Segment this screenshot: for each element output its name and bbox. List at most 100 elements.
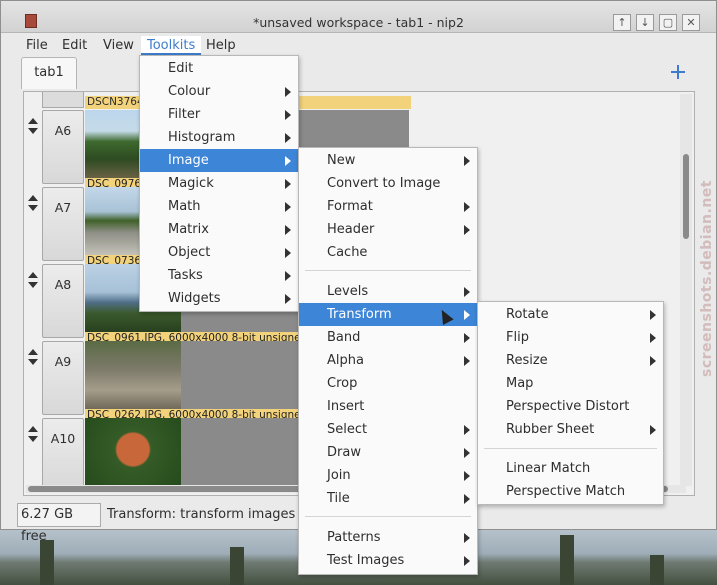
image-item-select[interactable]: Select: [299, 418, 477, 441]
submenu-arrow-icon: [285, 156, 291, 166]
submenu-arrow-icon: [285, 87, 291, 97]
image-item-band[interactable]: Band: [299, 326, 477, 349]
menu-help[interactable]: Help: [200, 36, 242, 55]
submenu-arrow-icon: [285, 294, 291, 304]
status-message: Transform: transform images: [107, 507, 296, 522]
menu-item-label: Rubber Sheet: [506, 422, 595, 437]
down-arrow-icon[interactable]: [28, 128, 38, 134]
toolkits-item-image[interactable]: Image: [140, 149, 298, 172]
row-reorder-arrows[interactable]: [26, 191, 40, 215]
submenu-arrow-icon: [464, 356, 470, 366]
submenu-arrow-icon: [464, 202, 470, 212]
menu-item-label: Resize: [506, 353, 548, 368]
menu-item-label: Histogram: [168, 130, 236, 145]
image-thumbnail[interactable]: [85, 418, 181, 488]
toolkits-item-widgets[interactable]: Widgets: [140, 287, 298, 310]
row-reorder-arrows[interactable]: [26, 114, 40, 138]
transform-item-resize[interactable]: Resize: [478, 349, 663, 372]
image-item-crop[interactable]: Crop: [299, 372, 477, 395]
vertical-scrollbar[interactable]: [680, 94, 692, 486]
image-item-cache[interactable]: Cache: [299, 241, 477, 264]
transform-item-map[interactable]: Map: [478, 372, 663, 395]
maximize-icon[interactable]: ▢: [659, 14, 677, 31]
up-arrow-icon[interactable]: [28, 349, 38, 355]
row-label-button[interactable]: A6: [42, 110, 84, 184]
menu-toolkits[interactable]: Toolkits: [141, 36, 202, 55]
image-item-patterns[interactable]: Patterns: [299, 526, 477, 549]
image-item-new[interactable]: New: [299, 149, 477, 172]
scrollbar-thumb[interactable]: [683, 154, 689, 239]
row-label-button[interactable]: A9: [42, 341, 84, 415]
down-arrow-icon[interactable]: [28, 282, 38, 288]
menu-item-label: Map: [506, 376, 534, 391]
image-item-draw[interactable]: Draw: [299, 441, 477, 464]
image-item-convert-to-image[interactable]: Convert to Image: [299, 172, 477, 195]
toolkits-menu: Edit Colour Filter Histogram Image Magic…: [139, 55, 299, 312]
transform-item-linear-match[interactable]: Linear Match: [478, 457, 663, 480]
menu-item-label: Format: [327, 199, 373, 214]
image-item-header[interactable]: Header: [299, 218, 477, 241]
menu-item-label: Perspective Match: [506, 484, 626, 499]
transform-item-perspective-distort[interactable]: Perspective Distort: [478, 395, 663, 418]
tab-tab1[interactable]: tab1: [21, 57, 77, 89]
submenu-arrow-icon: [285, 133, 291, 143]
toolkits-item-filter[interactable]: Filter: [140, 103, 298, 126]
image-item-join[interactable]: Join: [299, 464, 477, 487]
title-bar[interactable]: *unsaved workspace - tab1 - nip2 ↑ ↓ ▢ ✕: [1, 1, 716, 33]
image-item-tile[interactable]: Tile: [299, 487, 477, 510]
submenu-arrow-icon: [285, 179, 291, 189]
menu-item-label: Select: [327, 422, 368, 437]
menu-item-label: Colour: [168, 84, 211, 99]
row-label-button[interactable]: A7: [42, 187, 84, 261]
row-label-button[interactable]: A10: [42, 418, 84, 492]
menu-separator: [305, 516, 471, 517]
submenu-arrow-icon: [650, 356, 656, 366]
up-arrow-icon[interactable]: [28, 426, 38, 432]
menu-edit[interactable]: Edit: [56, 36, 93, 55]
up-arrow-icon[interactable]: [28, 118, 38, 124]
menu-item-label: Levels: [327, 284, 369, 299]
submenu-arrow-icon: [285, 225, 291, 235]
menu-item-label: Insert: [327, 399, 365, 414]
lower-icon[interactable]: ↓: [636, 14, 654, 31]
row-reorder-arrows[interactable]: [26, 345, 40, 369]
up-arrow-icon[interactable]: [28, 195, 38, 201]
up-arrow-icon[interactable]: [28, 272, 38, 278]
toolkits-item-math[interactable]: Math: [140, 195, 298, 218]
image-item-insert[interactable]: Insert: [299, 395, 477, 418]
toolkits-item-matrix[interactable]: Matrix: [140, 218, 298, 241]
toolkits-item-object[interactable]: Object: [140, 241, 298, 264]
row-label-button[interactable]: A8: [42, 264, 84, 338]
transform-item-flip[interactable]: Flip: [478, 326, 663, 349]
close-icon[interactable]: ✕: [682, 14, 700, 31]
toolkits-item-histogram[interactable]: Histogram: [140, 126, 298, 149]
down-arrow-icon[interactable]: [28, 359, 38, 365]
toolkits-item-tasks[interactable]: Tasks: [140, 264, 298, 287]
menu-view[interactable]: View: [97, 36, 140, 55]
image-item-alpha[interactable]: Alpha: [299, 349, 477, 372]
transform-item-rotate[interactable]: Rotate: [478, 303, 663, 326]
transform-item-perspective-match[interactable]: Perspective Match: [478, 480, 663, 503]
submenu-arrow-icon: [464, 287, 470, 297]
image-item-test-images[interactable]: Test Images: [299, 549, 477, 572]
window-title: *unsaved workspace - tab1 - nip2: [253, 15, 464, 30]
row-reorder-arrows[interactable]: [26, 422, 40, 446]
image-item-levels[interactable]: Levels: [299, 280, 477, 303]
transform-item-rubber-sheet[interactable]: Rubber Sheet: [478, 418, 663, 441]
menu-item-label: Edit: [168, 61, 194, 76]
toolkits-item-magick[interactable]: Magick: [140, 172, 298, 195]
down-arrow-icon[interactable]: [28, 205, 38, 211]
down-arrow-icon[interactable]: [28, 436, 38, 442]
toolkits-item-edit[interactable]: Edit: [140, 57, 298, 80]
row-label-button[interactable]: [42, 92, 84, 108]
image-thumbnail[interactable]: [85, 341, 181, 411]
submenu-arrow-icon: [285, 110, 291, 120]
add-tab-icon[interactable]: [671, 65, 685, 79]
row-reorder-arrows[interactable]: [26, 268, 40, 292]
menu-item-label: Flip: [506, 330, 529, 345]
image-item-format[interactable]: Format: [299, 195, 477, 218]
raise-icon[interactable]: ↑: [613, 14, 631, 31]
toolkits-item-colour[interactable]: Colour: [140, 80, 298, 103]
menu-file[interactable]: File: [20, 36, 54, 55]
menu-item-label: Object: [168, 245, 211, 260]
